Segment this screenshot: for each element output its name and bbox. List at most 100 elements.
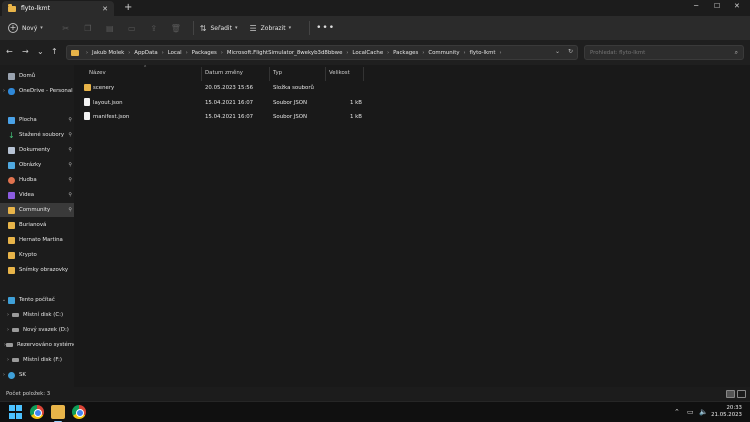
delete-icon[interactable]: 🗑 [165,24,187,33]
breadcrumb-item[interactable]: Packages [192,50,217,56]
search-box[interactable]: ⌕ [584,45,744,60]
sidebar-item-12[interactable]: Krypto [0,248,74,262]
tab-close-icon[interactable]: ✕ [102,5,108,13]
breadcrumb-chevron-icon[interactable]: › [128,50,130,56]
sidebar-item-11[interactable]: Hernato Martina [0,233,74,247]
expand-chevron-icon[interactable]: › [0,88,8,94]
breadcrumb-item[interactable]: AppData [134,50,157,56]
file-row[interactable]: manifest.json 15.04.2021 16:07 Soubor JSON… [78,110,418,124]
sidebar-item-10[interactable]: Burianová [0,218,74,232]
paste-icon[interactable]: ▤ [99,24,121,33]
sidebar-item-label: Plocha [19,117,37,123]
column-divider[interactable] [269,67,270,81]
sidebar-item-19[interactable]: › SK [0,368,74,382]
video-icon [8,191,15,199]
breadcrumb-chevron-icon[interactable]: › [422,50,424,56]
maximize-button[interactable]: ☐ [714,2,720,10]
volume-icon[interactable]: 🔈 [699,408,708,416]
new-button[interactable]: + Nový ▾ [8,23,43,33]
sidebar-item-15[interactable]: › Místní disk (C:) [0,308,74,322]
breadcrumb-item[interactable]: Packages [393,50,418,56]
tiles-view-icon[interactable] [737,390,746,398]
expand-chevron-icon[interactable]: › [4,312,12,318]
tab-flyto-lkmt[interactable]: flyto-lkmt ✕ [2,1,114,16]
sort-button[interactable]: ⇅ Seřadit ▾ [200,24,238,33]
forward-arrow-icon[interactable]: → [22,47,29,56]
column-header-date[interactable]: Datum změny [205,70,243,76]
expand-chevron-icon[interactable]: › [4,357,12,363]
expand-chevron-icon[interactable]: › [4,327,12,333]
system-clock[interactable]: 20:33 21.05.2023 [711,405,742,419]
sidebar-item-17[interactable]: ›Rezervováno systémem (E:) [0,338,74,352]
breadcrumb-chevron-icon[interactable]: › [387,50,389,56]
column-divider[interactable] [201,67,202,81]
taskbar: ⌃ ▭ 🔈 20:33 21.05.2023 [0,401,750,422]
sidebar-item-9[interactable]: Community ⚲ [0,203,74,217]
new-tab-button[interactable]: + [124,2,132,13]
search-input[interactable] [590,49,730,56]
breadcrumb-chevron-icon[interactable]: › [162,50,164,56]
breadcrumb-item[interactable]: Microsoft.FlightSimulator_8wekyb3d8bbwe [227,50,343,56]
file-explorer-icon[interactable] [51,405,65,419]
rename-icon[interactable]: ▭ [121,24,143,33]
display-icon[interactable]: ▭ [687,408,694,416]
copy-icon[interactable]: ❐ [77,24,99,33]
details-view-icon[interactable] [726,390,735,398]
column-header-name[interactable]: Název [89,70,106,76]
expand-chevron-icon[interactable]: ⌄ [0,297,8,303]
computer-icon [8,296,15,304]
sidebar-item-6[interactable]: Obrázky ⚲ [0,158,74,172]
breadcrumb-chevron-icon[interactable]: › [500,50,502,56]
close-button[interactable]: ✕ [734,2,740,10]
recent-chevron-icon[interactable]: ⌄ [37,47,44,56]
minimize-button[interactable]: ─ [694,2,698,10]
windows-start-icon[interactable] [9,405,23,419]
sidebar-item-8[interactable]: Videa ⚲ [0,188,74,202]
chrome-icon[interactable] [30,405,44,419]
back-arrow-icon[interactable]: ← [6,47,13,56]
breadcrumb-chevron-icon[interactable]: › [221,50,223,56]
sidebar-item-7[interactable]: Hudba ⚲ [0,173,74,187]
breadcrumb-chevron-icon[interactable]: › [464,50,466,56]
refresh-icon[interactable]: ↻ [568,48,573,55]
sidebar-item-5[interactable]: Dokumenty ⚲ [0,143,74,157]
cut-icon[interactable]: ✂ [55,24,77,33]
share-icon[interactable]: ⇪ [143,24,165,33]
sidebar-item-14[interactable]: ⌄ Tento počítač [0,293,74,307]
sidebar-item-label: Domů [19,73,36,79]
column-header-type[interactable]: Typ [273,70,282,76]
sidebar-item-18[interactable]: › Místní disk (F:) [0,353,74,367]
sidebar-item-2[interactable]: › OneDrive - Personal [0,84,74,98]
column-header-size[interactable]: Velikost [329,70,350,76]
up-arrow-icon[interactable]: ↑ [51,47,58,56]
tray-overflow-chevron-icon[interactable]: ⌃ [674,408,680,416]
breadcrumb-item[interactable]: LocalCache [352,50,383,56]
address-bar[interactable]: › Jakub Molek › AppData › Local › Packages › Mic… [66,45,578,60]
more-options-button[interactable]: ••• [316,23,335,33]
breadcrumb-chevron-icon[interactable]: › [346,50,348,56]
breadcrumb-item[interactable]: Community [428,50,459,56]
breadcrumb-item[interactable]: Local [168,50,182,56]
breadcrumb-item[interactable]: Jakub Molek [92,50,124,56]
column-divider[interactable] [325,67,326,81]
file-list: ⌃ Název Datum změny Typ Velikost scenery… [78,65,750,387]
view-button[interactable]: ☰ Zobrazit ▾ [249,24,291,33]
breadcrumb-chevron-icon[interactable]: › [186,50,188,56]
sidebar-item-16[interactable]: › Nový svazek (D:) [0,323,74,337]
drive-icon [6,343,13,347]
address-dropdown-icon[interactable]: ⌄ [555,48,560,55]
divider [309,21,311,35]
sidebar-item-3[interactable]: Plocha ⚲ [0,113,74,127]
column-divider[interactable] [363,67,364,81]
chrome-profile-icon[interactable] [72,405,86,419]
search-icon: ⌕ [734,49,738,56]
sidebar-item-13[interactable]: Snímky obrazovky [0,263,74,277]
file-date: 20.05.2023 15:56 [205,85,254,91]
file-row[interactable]: scenery 20.05.2023 15:56 Složka souborů [78,81,418,95]
expand-chevron-icon[interactable]: › [0,372,8,378]
file-row[interactable]: layout.json 15.04.2021 16:07 Soubor JSON 1 … [78,96,418,110]
sidebar-item-4[interactable]: ↓ Stažené soubory ⚲ [0,128,74,142]
sidebar-item-1[interactable]: Domů [0,69,74,83]
sidebar-item-label: Hudba [19,177,37,183]
breadcrumb-item[interactable]: flyto-lkmt [470,50,496,56]
